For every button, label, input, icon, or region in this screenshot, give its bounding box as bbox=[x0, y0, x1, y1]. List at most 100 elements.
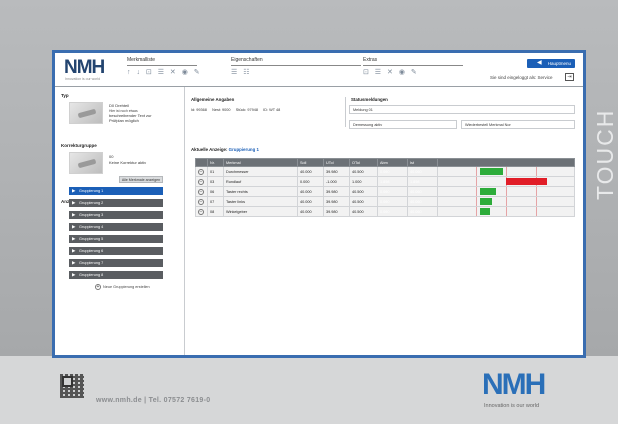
group-item-6[interactable]: ▶ Gruppierung 6 bbox=[69, 247, 163, 255]
cell-ist: 40.060 bbox=[407, 206, 438, 217]
play-icon: ▶ bbox=[72, 260, 76, 265]
upper-limit-line bbox=[535, 207, 537, 216]
korrektur-id: 00 bbox=[109, 154, 114, 159]
table-row[interactable]: −07 Taster links 40.000 39.980 40.500 0.060 40… bbox=[195, 196, 575, 207]
cell-nr: 08 bbox=[207, 206, 224, 217]
row-select-icon[interactable]: − bbox=[198, 208, 204, 215]
deviation-bar bbox=[480, 208, 490, 215]
left-panel: Typ D0 Drehteil Hier ist noch etwas besc… bbox=[55, 87, 185, 355]
cell-otol: 1.000 bbox=[349, 176, 378, 187]
play-icon: ▶ bbox=[72, 188, 76, 193]
cell-merkmal: Durchmesser bbox=[223, 166, 298, 177]
extras-group: Extras ⊡ ☰ ✕ ◉ ✎ bbox=[363, 57, 463, 76]
logo-slogan: Innovation is our world bbox=[65, 77, 101, 81]
col-abm: Abm bbox=[377, 158, 408, 167]
hauptmenu-button[interactable]: ◀ Hauptmenu bbox=[527, 59, 575, 68]
row-select-icon[interactable]: − bbox=[198, 168, 204, 175]
lower-limit-line bbox=[476, 177, 478, 186]
col-select bbox=[195, 158, 208, 167]
cell-soll: 40.000 bbox=[297, 166, 324, 177]
lower-limit-line bbox=[476, 207, 478, 216]
group-item-5[interactable]: ▶ Gruppierung 5 bbox=[69, 235, 163, 243]
plus-icon: + bbox=[95, 284, 101, 290]
part-image bbox=[69, 102, 103, 124]
group-item-4[interactable]: ▶ Gruppierung 4 bbox=[69, 223, 163, 231]
typ-desc-3: Prüfplan möglich bbox=[109, 118, 139, 123]
eigenschaften-toolbar-icons[interactable]: ☰ ☷ bbox=[231, 68, 361, 76]
merkmalliste-group: Merkmalliste ↑ ↓ ⊡ ☰ ✕ ◉ ✎ bbox=[127, 57, 200, 76]
table-row[interactable]: −01 Durchmesser 40.000 39.980 40.500 0.060 40.… bbox=[195, 166, 575, 177]
cell-nr: 07 bbox=[207, 196, 224, 207]
upper-limit-line bbox=[535, 187, 537, 196]
korrektur-image bbox=[69, 152, 103, 174]
cell-otol: 40.500 bbox=[349, 186, 378, 197]
merkmalliste-toolbar-icons[interactable]: ↑ ↓ ⊡ ☰ ✕ ◉ ✎ bbox=[127, 68, 200, 76]
divider bbox=[345, 97, 346, 127]
cell-soll: 40.000 bbox=[297, 206, 324, 217]
play-icon: ▶ bbox=[72, 236, 76, 241]
nominal-line bbox=[506, 167, 507, 176]
field-stueck: Stück: 97948 bbox=[235, 108, 258, 112]
table-row[interactable]: −08 Winkelgeber 40.000 39.980 40.500 0.060 40.… bbox=[195, 206, 575, 217]
status-demessung: Demessung aktiv bbox=[349, 120, 457, 129]
cell-select: − bbox=[195, 176, 208, 187]
eigenschaften-title: Eigenschaften bbox=[231, 57, 263, 63]
cell-merkmal: Taster rechts bbox=[223, 186, 298, 197]
deviation-bar bbox=[506, 178, 548, 185]
deviation-bar bbox=[480, 198, 493, 205]
row-select-icon[interactable]: − bbox=[198, 188, 204, 195]
col-nr: Nr. bbox=[207, 158, 224, 167]
cell-soll: 0.000 bbox=[297, 176, 324, 187]
korrektur-title: Korrekturgruppe bbox=[61, 143, 97, 148]
cell-otol: 40.500 bbox=[349, 166, 378, 177]
merkmalliste-title: Merkmalliste bbox=[127, 57, 156, 63]
group-item-2[interactable]: ▶ Gruppierung 2 bbox=[69, 199, 163, 207]
qr-code[interactable] bbox=[60, 374, 84, 398]
nmh-logo: NMH bbox=[64, 57, 105, 78]
group-item-8[interactable]: ▶ Gruppierung 8 bbox=[69, 271, 163, 279]
nominal-line bbox=[506, 207, 507, 216]
col-ist: Ist bbox=[407, 158, 438, 167]
row-select-icon[interactable]: − bbox=[198, 178, 204, 185]
cell-abm: 0.060 bbox=[377, 206, 408, 217]
new-group-button[interactable]: + Neue Gruppierung erstellen bbox=[95, 284, 150, 290]
cell-select: − bbox=[195, 166, 208, 177]
status-meldung: Meldung 01 bbox=[349, 105, 575, 114]
cell-utol: 39.980 bbox=[323, 166, 350, 177]
lower-limit-line bbox=[476, 167, 478, 176]
contact-info: www.nmh.de | Tel. 07572 7619-0 bbox=[96, 397, 211, 404]
play-icon: ▶ bbox=[72, 224, 76, 229]
alle-merkmale-button[interactable]: Alle Merkmale anzeigen bbox=[119, 176, 163, 183]
table-row[interactable]: −03 Rundlauf 0.000 -1.000 1.000 1.898 1.898 bbox=[195, 176, 575, 187]
play-icon: ▶ bbox=[72, 200, 76, 205]
field-nest: Nest: 9000 bbox=[212, 108, 231, 112]
cell-utol: 39.980 bbox=[323, 186, 350, 197]
cell-select: − bbox=[195, 186, 208, 197]
table-header: Nr. Merkmal Soll UTol OTol Abm Ist bbox=[195, 158, 575, 167]
cell-ist: 1.898 bbox=[407, 176, 438, 187]
lower-limit-line bbox=[476, 197, 478, 206]
logout-icon[interactable]: ⇥ bbox=[565, 73, 574, 81]
deviation-bar bbox=[480, 168, 503, 175]
col-soll: Soll bbox=[297, 158, 324, 167]
row-select-icon[interactable]: − bbox=[198, 198, 204, 205]
cell-abm: 0.060 bbox=[377, 166, 408, 177]
cell-abm: 1.898 bbox=[377, 176, 408, 187]
table-row[interactable]: −06 Taster rechts 40.000 39.980 40.500 0.060 4… bbox=[195, 186, 575, 197]
cell-soll: 40.000 bbox=[297, 196, 324, 207]
group-item-3[interactable]: ▶ Gruppierung 3 bbox=[69, 211, 163, 219]
cell-utol: 39.980 bbox=[323, 196, 350, 207]
extras-toolbar-icons[interactable]: ⊡ ☰ ✕ ◉ ✎ bbox=[363, 68, 463, 76]
upper-limit-line bbox=[535, 167, 537, 176]
group-item-7[interactable]: ▶ Gruppierung 7 bbox=[69, 259, 163, 267]
status-title: Statusmeldungen bbox=[351, 97, 388, 102]
cell-soll: 40.000 bbox=[297, 186, 324, 197]
divider bbox=[231, 65, 361, 66]
typ-title: Typ bbox=[61, 93, 69, 98]
group-item-1[interactable]: ▶ Gruppierung 1 bbox=[69, 187, 163, 195]
general-title: Allgemeine Angaben bbox=[191, 97, 235, 102]
col-utol: UTol bbox=[323, 158, 350, 167]
app-header: NMH Innovation is our world Merkmalliste… bbox=[55, 53, 583, 87]
deviation-bar-cell bbox=[437, 166, 575, 177]
divider bbox=[127, 65, 197, 66]
